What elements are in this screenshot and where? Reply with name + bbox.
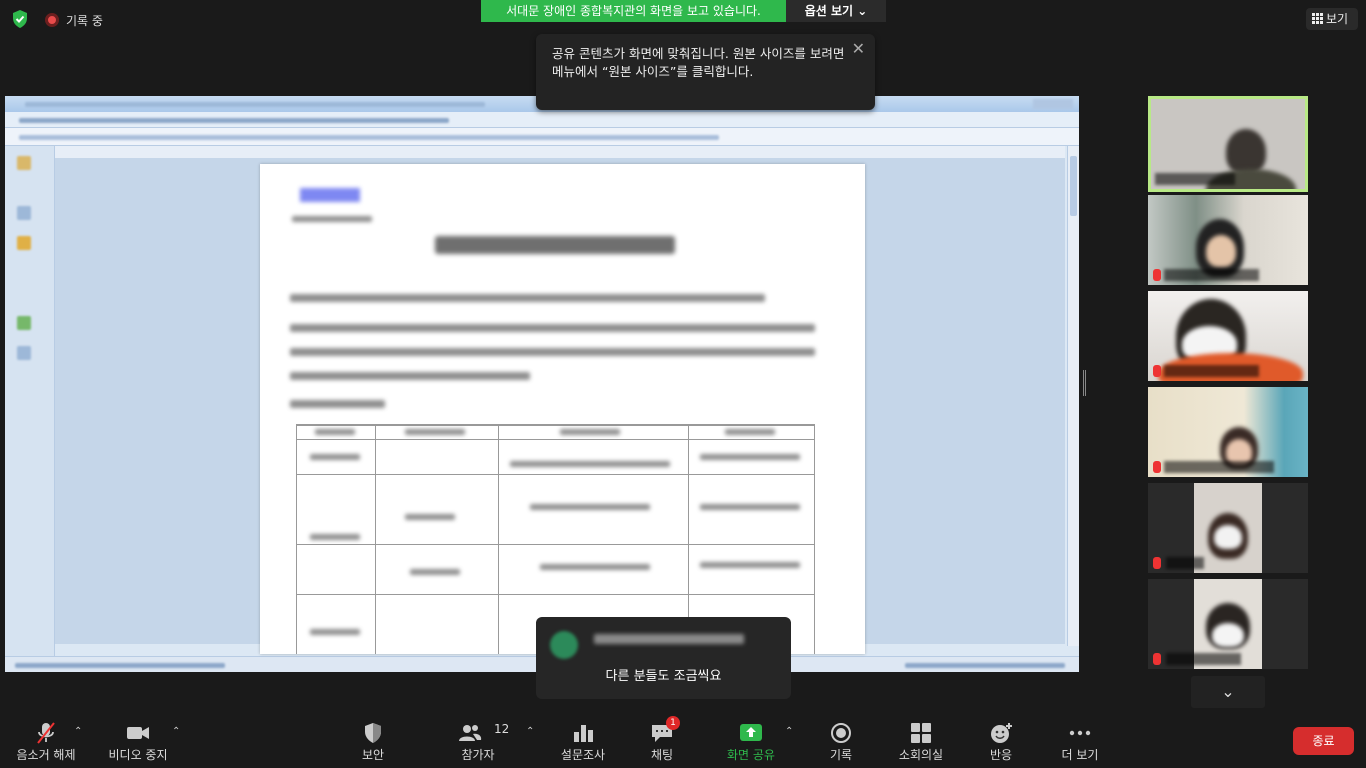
record-label: 기록: [829, 748, 853, 762]
more-label: 더 보기: [1061, 748, 1099, 762]
split-resize-handle[interactable]: [1083, 370, 1086, 396]
view-options-button[interactable]: 옵션 보기 ⌄: [786, 0, 886, 22]
chat-notification[interactable]: 다른 분들도 조금씩요: [536, 617, 791, 699]
chevron-down-icon: ⌄: [1221, 682, 1235, 701]
recording-dot-icon: [45, 13, 59, 27]
participants-options-caret[interactable]: ⌃: [526, 726, 534, 737]
view-options-label: 옵션 보기: [804, 4, 854, 18]
view-layout-button[interactable]: 보기: [1306, 8, 1358, 30]
sender-avatar: [550, 631, 578, 659]
chat-button[interactable]: 1 채팅: [634, 712, 690, 768]
bar-chart-icon: [574, 725, 593, 742]
participant-video-tile[interactable]: [1148, 195, 1308, 285]
end-meeting-button[interactable]: 종료: [1293, 727, 1354, 755]
participant-name: [1164, 365, 1259, 377]
unmute-button[interactable]: 음소거 해제: [6, 712, 86, 768]
meeting-toolbar: 음소거 해제 ⌃ 비디오 중지 ⌃ 보안 12 참가자 ⌃ 설문조사 1 채팅 …: [0, 712, 1366, 768]
muted-mic-icon: [1153, 461, 1161, 473]
muted-mic-icon: [1153, 653, 1161, 665]
sender-name: [594, 634, 744, 644]
participants-label: 참가자: [461, 748, 495, 762]
share-screen-label: 화면 공유: [727, 748, 775, 762]
audio-options-caret[interactable]: ⌃: [74, 726, 82, 737]
breakout-rooms-label: 소회의실: [898, 748, 944, 762]
scroll-tiles-down-button[interactable]: ⌄: [1191, 676, 1265, 708]
participants-button[interactable]: 12 참가자: [450, 712, 510, 768]
security-label: 보안: [361, 748, 385, 762]
breakout-rooms-icon: [911, 723, 931, 743]
participant-name: [1166, 557, 1204, 569]
polls-label: 설문조사: [560, 748, 606, 762]
reactions-button[interactable]: 반응: [973, 712, 1029, 768]
recording-label: 기록 중: [66, 14, 103, 28]
participant-video-tile[interactable]: [1148, 96, 1308, 192]
video-options-caret[interactable]: ⌃: [172, 726, 180, 737]
participant-video-tile[interactable]: [1148, 579, 1308, 669]
muted-mic-icon: [1153, 365, 1161, 377]
shared-screen: [5, 96, 1079, 672]
share-screen-icon: [740, 724, 762, 741]
microphone-muted-icon: [37, 722, 55, 744]
participant-video-tile[interactable]: [1148, 387, 1308, 477]
participant-name: [1166, 653, 1241, 665]
stop-video-label: 비디오 중지: [108, 748, 168, 762]
security-button[interactable]: 보안: [345, 712, 401, 768]
smiley-plus-icon: [991, 723, 1012, 743]
record-icon: [831, 723, 851, 743]
record-button[interactable]: 기록: [813, 712, 869, 768]
shared-app-toolbar: [5, 128, 1079, 146]
participant-video-tile[interactable]: [1148, 483, 1308, 573]
muted-mic-icon: [1153, 269, 1161, 281]
muted-mic-icon: [1153, 557, 1161, 569]
shared-app-menubar: [5, 112, 1079, 128]
chat-message-text: 다른 분들도 조금씩요: [605, 669, 722, 684]
security-shield-icon: [365, 723, 381, 743]
more-dots-icon: [1069, 730, 1091, 736]
viewing-share-banner: 서대문 장애인 종합복지관의 화면을 보고 있습니다.: [481, 0, 786, 22]
participant-video-tile[interactable]: [1148, 291, 1308, 381]
view-layout-label: 보기: [1326, 12, 1349, 26]
chevron-down-icon: ⌄: [857, 4, 868, 18]
reactions-label: 반응: [989, 748, 1013, 762]
polls-button[interactable]: 설문조사: [555, 712, 611, 768]
fit-to-screen-tooltip: 공유 콘텐츠가 화면에 맞춰집니다. 원본 사이즈를 보려면 메뉴에서 “원본 …: [536, 34, 875, 110]
unmute-label: 음소거 해제: [16, 748, 76, 762]
participant-name: [1164, 269, 1259, 281]
participants-icon: [459, 725, 482, 741]
shared-document-page: [260, 164, 865, 654]
more-button[interactable]: 더 보기: [1052, 712, 1108, 768]
share-options-caret[interactable]: ⌃: [785, 726, 793, 737]
participant-name: [1164, 461, 1274, 473]
close-icon[interactable]: ✕: [852, 40, 865, 58]
shared-app-scrollbar: [1067, 146, 1079, 646]
shared-app-ruler: [55, 146, 1065, 158]
security-shield-icon[interactable]: [10, 9, 30, 29]
shared-app-sidebar: [5, 146, 55, 658]
participants-count: 12: [494, 722, 510, 736]
participant-name: [1155, 173, 1235, 185]
tooltip-text: 공유 콘텐츠가 화면에 맞춰집니다. 원본 사이즈를 보려면 메뉴에서 “원본 …: [552, 46, 845, 79]
stop-video-button[interactable]: 비디오 중지: [100, 712, 176, 768]
unread-badge: 1: [666, 716, 680, 730]
grid-icon: [1312, 13, 1323, 24]
chat-label: 채팅: [650, 748, 674, 762]
breakout-rooms-button[interactable]: 소회의실: [890, 712, 952, 768]
video-camera-icon: [127, 727, 149, 739]
share-screen-button[interactable]: 화면 공유: [718, 712, 784, 768]
